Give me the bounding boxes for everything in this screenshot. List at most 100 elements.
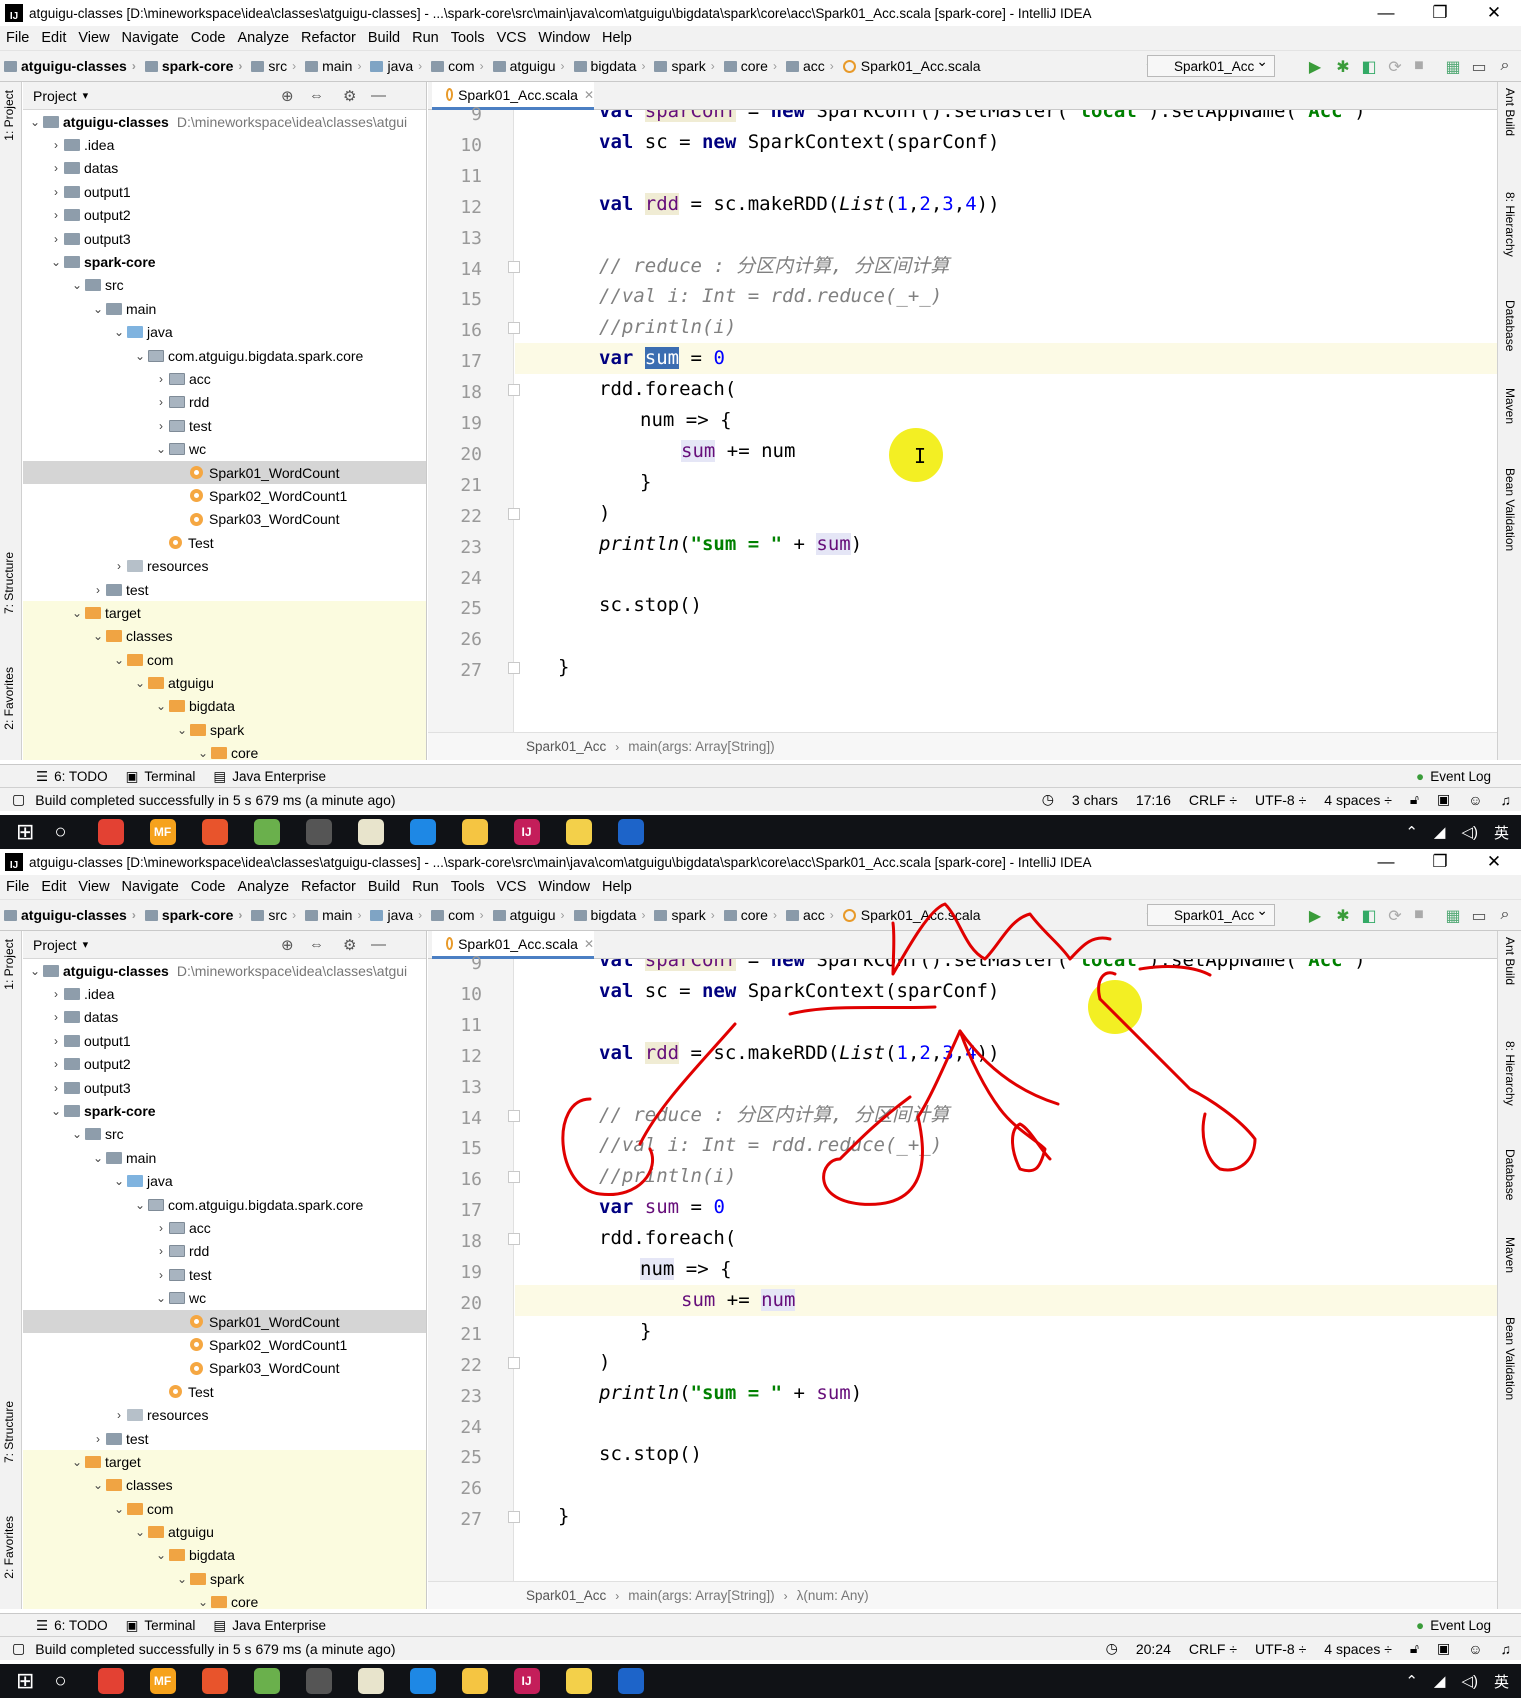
maximize-button[interactable]: ❐ [1413,3,1467,23]
tree-node[interactable]: › rdd [23,1240,426,1263]
breadcrumb[interactable]: spark › [650,58,719,74]
chevron-down-icon[interactable]: ⌄ [69,1127,85,1141]
tab-maven[interactable]: Maven [1503,388,1517,424]
menu-navigate[interactable]: Navigate [116,879,185,895]
tab-project[interactable]: 1: Project [2,939,16,990]
breadcrumb[interactable]: java › [366,907,427,923]
chevron-down-icon[interactable]: ⌄ [174,1572,190,1586]
tree-node[interactable]: ⌄ spark [23,718,426,742]
close-tab-icon[interactable]: ✕ [584,88,594,102]
mf-app-icon[interactable]: MF [149,819,176,845]
file-encoding[interactable]: UTF-8 ÷ [1255,792,1306,808]
network-icon[interactable]: ◢ [1434,1672,1446,1690]
chevron-right-icon[interactable]: › [48,161,64,175]
code-line[interactable]: } [515,1316,1497,1347]
chevron-right-icon[interactable]: › [111,559,127,573]
code-line[interactable]: sc.stop() [515,590,1497,621]
collapse-icon[interactable]: ⇔ [309,87,324,104]
menu-run[interactable]: Run [406,30,445,46]
tree-node[interactable]: ⌄ atguigu [23,1520,426,1544]
tree-node[interactable]: ⌄ wc [23,437,426,460]
chevron-down-icon[interactable]: ⌄ [90,302,106,316]
tree-node[interactable]: › test [23,1263,426,1286]
editor-breadcrumb-item[interactable]: λ(num: Any) [797,1588,869,1603]
menu-view[interactable]: View [72,879,115,895]
tree-node[interactable]: Spark02_WordCount1 [23,1333,426,1356]
profile-icon[interactable]: ⟳ [1385,57,1405,77]
hector-icon[interactable]: ☺ [1468,792,1482,808]
tree-node[interactable]: ⌄ main [23,1146,426,1169]
tab-ant-build[interactable]: Ant Build [1503,937,1517,985]
code-line[interactable]: // reduce : 分区内计算, 分区间计算 [515,1100,1497,1131]
code-line[interactable]: } [515,1501,1497,1532]
breadcrumb[interactable]: Spark01_Acc.scala [839,907,981,923]
tree-node[interactable]: › test [23,1427,426,1450]
code-line[interactable]: val rdd = sc.makeRDD(List(1,2,3,4)) [515,1038,1497,1069]
tree-node[interactable]: › datas [23,1006,426,1029]
tree-node[interactable]: ⌄ spark-core [23,250,426,273]
tree-node[interactable]: Spark03_WordCount [23,508,426,531]
app-icon[interactable] [565,1668,592,1694]
profile-icon[interactable]: ⟳ [1385,906,1405,926]
menu-navigate[interactable]: Navigate [116,30,185,46]
tab-terminal[interactable]: Terminal [144,1618,195,1633]
code-line[interactable]: rdd.foreach( [515,374,1497,405]
code-line[interactable]: //val i: Int = rdd.reduce(_+_) [515,281,1497,312]
chevron-right-icon[interactable]: › [111,1408,127,1422]
tree-node[interactable]: › output3 [23,227,426,250]
chevron-down-icon[interactable]: ⌄ [69,606,85,620]
chevron-down-icon[interactable]: ⌄ [27,115,43,129]
run-configuration-select[interactable]: Spark01_Acc [1147,902,1275,926]
chevron-down-icon[interactable]: ⌄ [153,442,169,456]
menu-file[interactable]: File [0,879,35,895]
breadcrumb[interactable]: com › [427,907,488,923]
close-button[interactable]: ✕ [1467,3,1521,23]
stop-icon[interactable]: ■ [1409,57,1429,75]
tree-node[interactable]: Test [23,531,426,554]
app-icon[interactable] [305,1668,332,1694]
tab-project[interactable]: 1: Project [2,90,16,141]
chrome-icon[interactable] [97,1668,124,1694]
tab-todo[interactable]: 6: TODO [54,1618,108,1633]
chevron-right-icon[interactable]: › [48,987,64,1001]
menu-code[interactable]: Code [185,30,232,46]
tree-node[interactable]: › resources [23,1403,426,1426]
code-line[interactable]: val sparConf = new SparkConf().setMaster… [515,110,1497,127]
menu-file[interactable]: File [0,30,35,46]
event-log-tab[interactable]: Event Log [1430,1618,1491,1633]
tree-node[interactable]: ⌄ target [23,1450,426,1474]
code-line[interactable]: sum += num [515,436,1497,467]
menu-edit[interactable]: Edit [35,879,72,895]
tab-maven[interactable]: Maven [1503,1237,1517,1273]
chevron-down-icon[interactable]: ⌄ [48,1104,64,1118]
app-icon[interactable] [253,1668,280,1694]
project-panel-title[interactable]: Project [33,88,77,104]
chevron-right-icon[interactable]: › [90,1432,106,1446]
tab-ant-build[interactable]: Ant Build [1503,88,1517,136]
search-icon[interactable]: ⌕ [1495,906,1515,924]
gear-icon[interactable]: ⚙ [343,936,356,954]
breadcrumb[interactable]: spark-core › [141,907,248,923]
code-line[interactable]: //println(i) [515,1161,1497,1192]
event-log-tab[interactable]: Event Log [1430,769,1491,784]
menu-analyze[interactable]: Analyze [231,30,295,46]
chevron-right-icon[interactable]: › [48,138,64,152]
code-line[interactable]: } [515,652,1497,683]
tree-node[interactable]: ⌄ com [23,647,426,672]
ime-indicator[interactable]: 英 [1494,822,1509,843]
chevron-down-icon[interactable]: ⌄ [90,1478,106,1492]
chevron-right-icon[interactable]: › [48,232,64,246]
tree-node[interactable]: ⌄ main [23,297,426,320]
breadcrumb[interactable]: atguigu-classes › [0,907,141,923]
windows-start-icon[interactable]: ⊞ [16,1668,34,1694]
tree-node[interactable]: › output2 [23,204,426,227]
vscode-icon[interactable] [617,819,644,845]
menu-build[interactable]: Build [362,879,406,895]
minimize-button[interactable]: — [1359,852,1413,872]
menu-code[interactable]: Code [185,879,232,895]
tree-node[interactable]: ⌄ core [23,741,426,760]
code-line[interactable]: } [515,467,1497,498]
menu-edit[interactable]: Edit [35,30,72,46]
stop-icon[interactable]: ■ [1409,906,1429,924]
tree-node[interactable]: ⌄ core [23,1590,426,1609]
